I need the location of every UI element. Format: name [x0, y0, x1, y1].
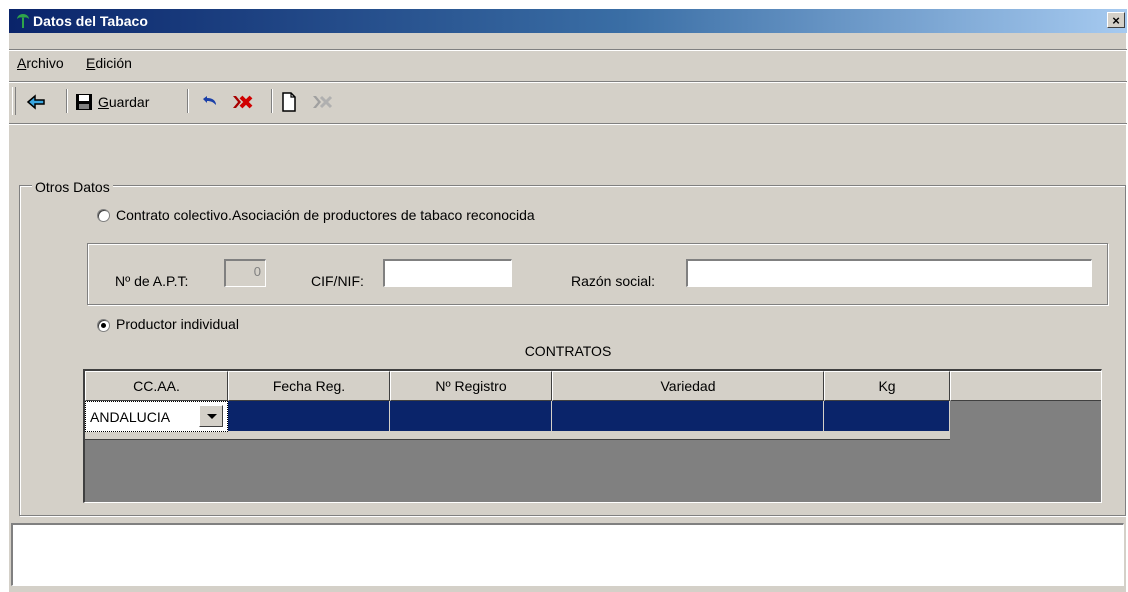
save-icon[interactable] [73, 91, 95, 113]
menu-edicion[interactable]: Edición [86, 55, 132, 71]
column-header-numero-registro[interactable]: Nº Registro [390, 371, 552, 401]
menu-divider-bottom [9, 81, 1127, 83]
column-header-variedad[interactable]: Variedad [552, 371, 824, 401]
undo-icon[interactable] [198, 91, 222, 113]
toolbar-grip[interactable] [12, 87, 16, 115]
cell-fecha-reg[interactable] [228, 401, 390, 432]
close-icon: × [1112, 13, 1120, 28]
radio-contrato-colectivo-label: Contrato colectivo.Asociación de product… [116, 207, 535, 223]
apt-field[interactable]: 0 [224, 259, 266, 287]
delete-disabled-icon [313, 95, 333, 109]
radio-contrato-colectivo[interactable] [97, 209, 110, 222]
contratos-title: CONTRATOS [524, 343, 612, 359]
group-title: Otros Datos [32, 179, 113, 195]
razon-social-field[interactable] [686, 259, 1092, 287]
toolbar-separator [187, 89, 189, 113]
column-header-fecha-reg[interactable]: Fecha Reg. [228, 371, 390, 401]
delete-record-icon[interactable] [229, 91, 255, 113]
razon-social-label: Razón social: [571, 273, 656, 289]
toolbar: Guardar [9, 85, 1127, 119]
radio-productor-individual[interactable] [97, 319, 110, 332]
ccaa-selected-value: ANDALUCIA [90, 409, 171, 425]
radio-productor-individual-label: Productor individual [116, 316, 239, 332]
toolbar-divider [9, 123, 1127, 125]
cif-field[interactable] [383, 259, 512, 287]
back-arrow-icon[interactable] [24, 91, 48, 113]
cif-label: CIF/NIF: [311, 273, 364, 289]
message-box[interactable] [11, 523, 1124, 586]
cell-kg[interactable] [824, 401, 950, 432]
menu-archivo[interactable]: Archivo [17, 55, 64, 71]
cell-numero-registro[interactable] [390, 401, 552, 432]
contratos-grid[interactable]: CC.AA. Fecha Reg. Nº Registro Variedad K… [83, 369, 1102, 503]
toolbar-separator [66, 89, 68, 113]
column-header-empty [950, 371, 1101, 401]
title-bar: Datos del Tabaco × [9, 9, 1127, 33]
toolbar-separator [271, 89, 273, 113]
close-button[interactable]: × [1107, 12, 1125, 28]
app-icon [17, 14, 29, 28]
column-header-kg[interactable]: Kg [824, 371, 950, 401]
row-footer-strip [85, 432, 950, 440]
chevron-down-icon[interactable] [199, 405, 223, 427]
column-header-ccaa[interactable]: CC.AA. [85, 371, 228, 401]
main-window: Datos del Tabaco × Archivo Edición Guard… [8, 8, 1127, 592]
apt-label: Nº de A.P.T: [115, 273, 189, 289]
menu-bar: Archivo Edición [9, 51, 1127, 73]
window-title: Datos del Tabaco [33, 13, 148, 29]
new-document-icon[interactable] [278, 91, 300, 113]
cell-variedad[interactable] [552, 401, 824, 432]
save-button[interactable]: Guardar [98, 94, 149, 110]
ccaa-dropdown[interactable]: ANDALUCIA [85, 401, 228, 432]
